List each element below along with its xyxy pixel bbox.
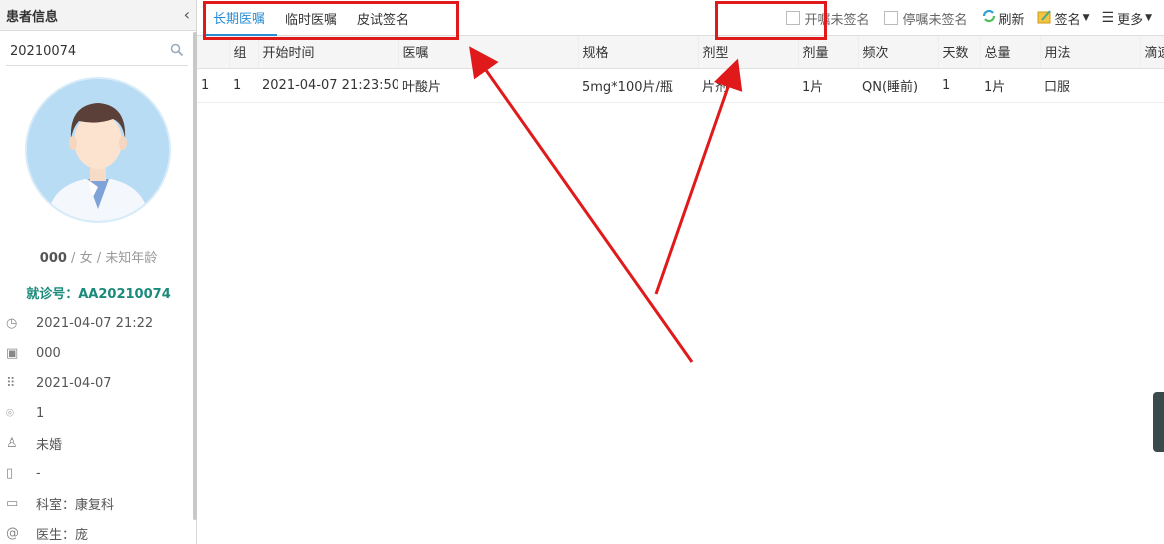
patient-info-list: ◷ 2021-04-07 21:22 ▣ 000 ⠿ 2021-04-07 ⌾ 1 ♙ 未… xyxy=(0,308,195,544)
cell-order: 叶酸片 xyxy=(398,68,578,103)
orders-panel: 长期医嘱 临时医嘱 皮试签名 开嘱未签名 停嘱未签名 刷新 签名 ▼ ☰ 更多 … xyxy=(197,0,1164,544)
cell-dose: 1片 xyxy=(798,68,858,103)
col-header-drip-rate[interactable]: 滴速 xyxy=(1140,36,1164,69)
cell-start-time: 2021-04-07 21:23:50 xyxy=(258,68,398,103)
info-row-dept: ▭ 科室：康复科 xyxy=(0,488,195,518)
sidebar-title: 患者信息 xyxy=(6,9,59,25)
cell-frequency: QN(睡前) xyxy=(858,68,938,103)
table-row[interactable]: 1 1 2021-04-07 21:23:50 叶酸片 5mg*100片/瓶 片… xyxy=(197,68,1164,103)
side-panel-handle[interactable] xyxy=(1153,392,1164,452)
cell-index: 1 xyxy=(197,68,229,103)
clock-icon: ◷ xyxy=(6,315,18,331)
cell-total: 1片 xyxy=(980,68,1040,103)
info-row-doctor: @ 医生：庞 xyxy=(0,518,195,544)
refresh-icon xyxy=(982,9,996,27)
cell-drip-rate xyxy=(1140,68,1164,103)
app-window: 患者信息 ‹ 000 / 女 / 未知年龄 就诊号：AA202100 xyxy=(0,0,1164,544)
caret-down-icon: ▼ xyxy=(1082,13,1090,23)
sidebar-header: 患者信息 ‹ xyxy=(0,0,196,31)
col-header-total[interactable]: 总量 xyxy=(980,36,1041,69)
table-header-row: 组 开始时间 医嘱 规格 剂型 剂量 频次 天数 总量 用法 滴速 xyxy=(197,36,1164,69)
image-icon: ▣ xyxy=(6,345,19,361)
location-icon: ⌾ xyxy=(6,405,14,421)
search-icon[interactable] xyxy=(170,43,184,61)
col-header-dosage-form[interactable]: 剂型 xyxy=(698,36,799,69)
user-icon: ♙ xyxy=(6,435,18,451)
tab-temporary-orders[interactable]: 临时医嘱 xyxy=(277,6,349,36)
info-phone: - xyxy=(36,465,41,481)
cell-spec: 5mg*100片/瓶 xyxy=(578,68,698,103)
info-row-phone: ▯ - xyxy=(0,458,195,488)
phone-icon: ▯ xyxy=(6,465,14,481)
more-dropdown[interactable]: ☰ 更多 ▼ xyxy=(1102,9,1153,28)
orders-table: 组 开始时间 医嘱 规格 剂型 剂量 频次 天数 总量 用法 滴速 1 1 xyxy=(197,36,1164,103)
cell-days: 1 xyxy=(938,68,980,103)
info-id: 000 xyxy=(36,345,61,361)
patient-summary: 000 / 女 / 未知年龄 xyxy=(0,247,197,266)
menu-icon: ☰ xyxy=(1101,10,1115,26)
patient-search xyxy=(6,38,188,66)
patient-gender-age: / 女 / 未知年龄 xyxy=(66,251,158,266)
window-icon: ▭ xyxy=(6,495,19,511)
patient-name: 000 xyxy=(39,251,67,266)
patient-sidebar: 患者信息 ‹ 000 / 女 / 未知年龄 就诊号：AA202100 xyxy=(0,0,197,544)
cell-usage: 口服 xyxy=(1040,68,1140,103)
chevron-left-icon[interactable]: ‹ xyxy=(184,7,190,23)
unsigned-open-label: 开嘱未签名 xyxy=(804,12,870,28)
col-header-usage[interactable]: 用法 xyxy=(1040,36,1141,69)
patient-search-input[interactable] xyxy=(10,44,150,59)
unsigned-stop-filter[interactable]: 停嘱未签名 xyxy=(883,9,968,28)
col-header-start-time[interactable]: 开始时间 xyxy=(258,36,399,69)
more-label: 更多 xyxy=(1117,12,1144,28)
info-bed: 1 xyxy=(36,405,45,421)
info-marital: 未婚 xyxy=(36,437,63,453)
cell-group: 1 xyxy=(229,68,258,103)
unsigned-open-checkbox[interactable] xyxy=(785,11,800,25)
order-tabs: 长期医嘱 临时医嘱 皮试签名 xyxy=(205,2,421,36)
info-row-time: ◷ 2021-04-07 21:22 xyxy=(0,308,195,338)
sign-icon xyxy=(1037,9,1052,28)
info-row-marital: ♙ 未婚 xyxy=(0,428,195,458)
refresh-label: 刷新 xyxy=(998,12,1025,28)
info-row-date: ⠿ 2021-04-07 xyxy=(0,368,195,398)
unsigned-stop-label: 停嘱未签名 xyxy=(902,12,968,28)
refresh-button[interactable]: 刷新 xyxy=(982,9,1025,28)
col-header-days[interactable]: 天数 xyxy=(938,36,981,69)
col-header-order[interactable]: 医嘱 xyxy=(398,36,579,69)
tab-skin-test-sign[interactable]: 皮试签名 xyxy=(349,6,421,36)
info-doctor: 医生：庞 xyxy=(36,527,89,543)
toolbar-actions: 开嘱未签名 停嘱未签名 刷新 签名 ▼ ☰ 更多 ▼ xyxy=(785,0,1164,36)
visit-number: 就诊号：AA20210074 xyxy=(26,287,171,302)
info-department: 科室：康复科 xyxy=(36,497,115,513)
at-icon: @ xyxy=(6,525,19,541)
info-row-bed: ⌾ 1 xyxy=(0,398,195,428)
calendar-icon: ⠿ xyxy=(6,375,16,391)
col-header-spec[interactable]: 规格 xyxy=(578,36,699,69)
sign-dropdown[interactable]: 签名 ▼ xyxy=(1037,9,1090,28)
info-admission-time: 2021-04-07 21:22 xyxy=(36,315,154,331)
col-header-dose[interactable]: 剂量 xyxy=(798,36,859,69)
col-header-group[interactable]: 组 xyxy=(229,36,259,69)
caret-down-icon: ▼ xyxy=(1145,13,1152,23)
sign-label: 签名 xyxy=(1054,12,1081,28)
unsigned-stop-checkbox[interactable] xyxy=(883,11,898,25)
unsigned-open-filter[interactable]: 开嘱未签名 xyxy=(785,9,870,28)
avatar xyxy=(25,77,171,223)
orders-toolbar: 长期医嘱 临时医嘱 皮试签名 开嘱未签名 停嘱未签名 刷新 签名 ▼ ☰ 更多 … xyxy=(197,0,1164,36)
info-row-id: ▣ 000 xyxy=(0,338,195,368)
tab-long-term-orders[interactable]: 长期医嘱 xyxy=(205,6,278,36)
col-header-index xyxy=(197,36,230,69)
cell-dosage-form: 片剂 xyxy=(698,68,798,103)
info-date: 2021-04-07 xyxy=(36,375,112,391)
col-header-frequency[interactable]: 频次 xyxy=(858,36,939,69)
